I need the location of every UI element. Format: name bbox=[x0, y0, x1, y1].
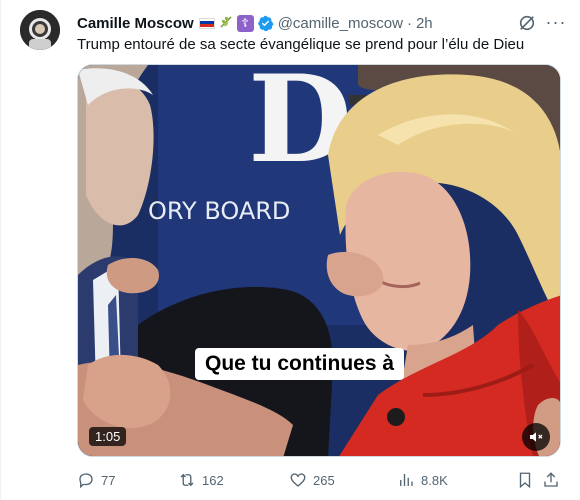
orthodox-cross-icon: ☦ bbox=[236, 14, 254, 32]
bookmark-button[interactable] bbox=[516, 471, 534, 489]
repost-button[interactable]: 162 bbox=[178, 471, 224, 489]
views-button[interactable]: 8.8K bbox=[397, 471, 448, 489]
share-button[interactable] bbox=[542, 471, 560, 489]
verified-badge-icon bbox=[257, 15, 274, 31]
timestamp[interactable]: 2h bbox=[416, 15, 433, 32]
views-count: 8.8K bbox=[421, 472, 448, 488]
grok-icon[interactable] bbox=[518, 14, 536, 32]
speaker-muted-icon bbox=[530, 432, 543, 442]
user-handle[interactable]: @camille_moscow bbox=[278, 15, 403, 32]
reply-count: 77 bbox=[101, 472, 116, 488]
tweet-actions: 77 162 265 8.8K bbox=[77, 468, 561, 492]
tweet-card[interactable]: Camille Moscow ☦ @camille_moscow · 2h ··… bbox=[0, 0, 580, 500]
analytics-icon bbox=[400, 474, 413, 486]
wheat-emoji-icon bbox=[219, 15, 233, 31]
more-options-icon[interactable]: ··· bbox=[544, 10, 568, 34]
repost-count: 162 bbox=[202, 472, 224, 488]
video-player[interactable]: D ORY BOARD Que tu continues à 1:05 bbox=[77, 64, 561, 457]
separator-dot: · bbox=[406, 14, 412, 32]
reply-button[interactable]: 77 bbox=[77, 471, 115, 489]
video-duration: 1:05 bbox=[89, 427, 127, 446]
mute-button[interactable] bbox=[522, 423, 550, 451]
repost-icon bbox=[180, 473, 194, 487]
video-frame: D ORY BOARD bbox=[78, 65, 560, 456]
tweet-text: Trump entouré de sa secte évangélique se… bbox=[77, 36, 525, 53]
background-sign: ORY BOARD bbox=[148, 197, 290, 225]
share-icon bbox=[544, 472, 558, 487]
avatar[interactable] bbox=[20, 10, 60, 50]
tweet-header: Camille Moscow ☦ @camille_moscow · 2h bbox=[77, 12, 433, 34]
video-subtitle: Que tu continues à bbox=[195, 348, 405, 380]
reply-icon bbox=[79, 473, 93, 489]
russia-flag-icon bbox=[198, 17, 215, 29]
like-button[interactable]: 265 bbox=[289, 471, 335, 489]
display-name[interactable]: Camille Moscow bbox=[77, 15, 194, 32]
like-count: 265 bbox=[313, 472, 335, 488]
heart-icon bbox=[290, 473, 306, 487]
bookmark-icon bbox=[519, 472, 531, 489]
